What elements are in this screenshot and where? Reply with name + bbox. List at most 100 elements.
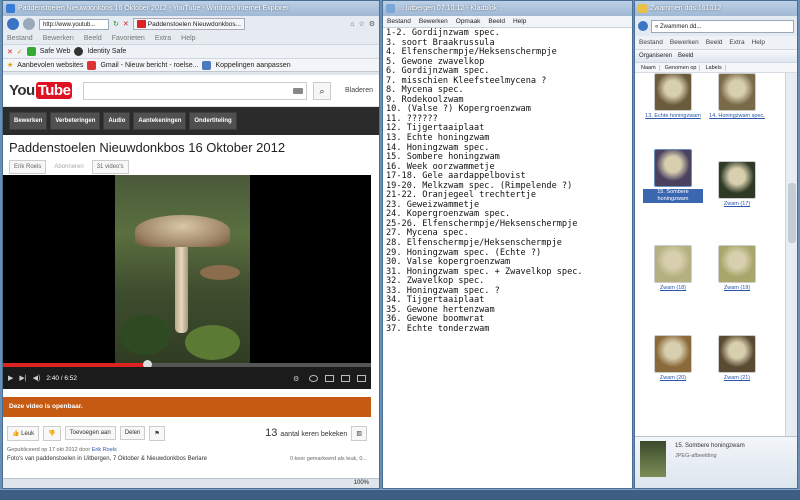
tool-bewerken[interactable]: Bewerken [9, 112, 48, 130]
gear-icon[interactable]: ⚙ [369, 20, 375, 28]
public-notice: Deze video is openbaar. [3, 397, 371, 417]
organize-button[interactable]: Organiseren [639, 53, 672, 59]
thumbnail-label: Zwam (17) [723, 201, 751, 207]
stop-icon[interactable]: ✕ [123, 20, 129, 28]
time-display: 2:40 / 6:52 [46, 374, 78, 382]
video-frame[interactable] [115, 175, 250, 370]
ex-menu-extra[interactable]: Extra [729, 39, 744, 46]
like-label: Leuk [21, 430, 35, 437]
thumbnail-image [718, 335, 756, 373]
ex-menu-help[interactable]: Help [752, 39, 765, 46]
np-menu-opmaak[interactable]: Opmaak [456, 18, 481, 25]
youtube-page: You Tube ⌕ Bladeren Bewerken Verbeteringe… [3, 75, 379, 478]
like-button[interactable]: 👍 Leuk [7, 425, 40, 441]
thumbnail-item[interactable]: Zwam (17) [707, 161, 767, 208]
thumbnail-label: Zwam (19) [723, 285, 751, 291]
ex-menu-bewerken[interactable]: Bewerken [670, 39, 699, 46]
menu-favorieten[interactable]: Favorieten [112, 35, 145, 42]
fav-koppelingen[interactable]: Koppelingen aanpassen [215, 62, 290, 69]
flag-button[interactable]: ⚑ [149, 425, 165, 441]
play-icon[interactable]: ▶ [8, 374, 13, 382]
favorites-bar: ★ Aanbevolen websites Gmail - Nieuw beri… [3, 58, 379, 72]
menu-bewerken[interactable]: Bewerken [43, 35, 74, 42]
search-button[interactable]: ⌕ [313, 81, 331, 100]
video-title: Paddenstoelen Nieuwdonkbos 16 Oktober 20… [9, 140, 286, 155]
publisher-link[interactable]: Erik Roels [92, 447, 117, 453]
explorer-scrollbar[interactable] [785, 73, 797, 438]
dislike-button[interactable]: 👎 [43, 425, 61, 441]
thumbnail-item[interactable]: 15. Sombere honingzwam [643, 149, 703, 203]
tool-audio[interactable]: Audio [103, 112, 131, 130]
fullscreen-icon[interactable] [357, 374, 366, 382]
menu-extra[interactable]: Extra [155, 35, 171, 42]
next-icon[interactable]: ▶| [19, 374, 26, 382]
menu-help[interactable]: Help [181, 35, 195, 42]
thumbnail-image [654, 335, 692, 373]
np-menu-beeld[interactable]: Beeld [488, 18, 505, 25]
folder-icon [638, 4, 647, 13]
identity-safe-button[interactable]: Identity Safe [87, 48, 126, 55]
view-count: 13 aantal keren bekeken [265, 427, 347, 439]
scroll-thumb[interactable] [788, 183, 796, 243]
stats-button[interactable]: ▥ [351, 425, 367, 441]
keyboard-icon[interactable] [293, 87, 304, 94]
forward-icon[interactable] [23, 18, 35, 30]
tool-verbeteringen[interactable]: Verbeteringen [50, 112, 101, 130]
favorites-icon[interactable]: ☆ [358, 20, 364, 28]
np-menu-bestand[interactable]: Bestand [387, 18, 411, 25]
star-icon[interactable]: ★ [7, 61, 13, 69]
subscribe-button[interactable]: Abonneren [50, 161, 87, 173]
norton-icon[interactable]: ✓ [17, 48, 23, 56]
tool-aantekeningen[interactable]: Aantekeningen [133, 112, 187, 130]
thumbnail-item[interactable]: Zwam (19) [707, 245, 767, 292]
thumbnail-item[interactable]: 13. Echte honingzwam [643, 73, 703, 120]
browse-link[interactable]: Bladeren [345, 87, 373, 94]
ex-menu-beeld[interactable]: Beeld [706, 39, 723, 46]
owner-row: Erik Roels Abonneren 31 video's [3, 157, 379, 177]
tab-label: Paddenstoelen Nieuwdonkbos... [147, 20, 241, 28]
video-tools-bar: Bewerken Verbeteringen Audio Aantekening… [3, 107, 379, 135]
large-player-icon[interactable] [341, 374, 350, 382]
thumbnail-item[interactable]: Zwam (18) [643, 245, 703, 292]
back-icon[interactable] [7, 18, 19, 30]
zoom-level[interactable]: 100% [354, 480, 369, 486]
safe-web-button[interactable]: Safe Web [40, 48, 71, 55]
add-to-button[interactable]: Toevoegen aan [64, 426, 116, 440]
browser-tab[interactable]: Paddenstoelen Nieuwdonkbos... [132, 18, 245, 30]
col-naam[interactable]: Naam [638, 64, 660, 71]
col-genomen-op[interactable]: Genomen op [662, 64, 701, 71]
annotations-icon[interactable] [309, 374, 318, 382]
search-input[interactable] [83, 81, 308, 100]
menu-beeld[interactable]: Beeld [84, 35, 102, 42]
refresh-icon[interactable]: ↻ [113, 20, 119, 28]
col-labels[interactable]: Labels [702, 64, 726, 71]
share-button[interactable]: Delen [119, 426, 146, 440]
view-button[interactable]: Beeld [678, 53, 693, 59]
back-icon[interactable] [638, 21, 648, 31]
fav-aanbevolen[interactable]: Aanbevolen websites [17, 62, 83, 69]
video-count-dropdown[interactable]: 31 video's [91, 160, 129, 174]
tool-ondertiteling[interactable]: Ondertiteling [189, 112, 237, 130]
thumbnail-item[interactable]: Zwam (20) [643, 335, 703, 382]
explorer-address-field[interactable]: « Zwammen dd... [651, 19, 794, 33]
small-player-icon[interactable] [325, 374, 334, 382]
thumbnail-item[interactable]: Zwam (21) [707, 335, 767, 382]
thumbnail-item[interactable]: 14. Honingzwam spec. [707, 73, 767, 120]
ex-menu-bestand[interactable]: Bestand [639, 39, 663, 46]
url-field[interactable]: http://www.youtub... [39, 18, 109, 30]
ie-icon [6, 4, 15, 13]
owner-link[interactable]: Erik Roels [9, 160, 47, 174]
menu-bestand[interactable]: Bestand [7, 35, 33, 42]
close-icon[interactable]: ✕ [7, 48, 13, 56]
youtube-logo[interactable]: You Tube [9, 82, 73, 99]
home-icon[interactable]: ⌂ [350, 21, 354, 28]
video-player[interactable] [3, 175, 371, 370]
ie-address-bar: http://www.youtub... ↻ ✕ Paddenstoelen N… [3, 16, 379, 32]
volume-icon[interactable]: ◀) [33, 374, 41, 382]
notepad-text-area[interactable]: 1-2. Gordijnzwam spec. 3. soort Braakruss… [383, 28, 632, 336]
settings-icon[interactable]: ⚙ [293, 375, 302, 383]
fav-gmail[interactable]: Gmail - Nieuw bericht - roelse... [100, 62, 198, 69]
np-menu-help[interactable]: Help [513, 18, 526, 25]
explorer-window: Zwammen dds 161012 « Zwammen dd... Besta… [634, 0, 798, 489]
np-menu-bewerken[interactable]: Bewerken [419, 18, 448, 25]
